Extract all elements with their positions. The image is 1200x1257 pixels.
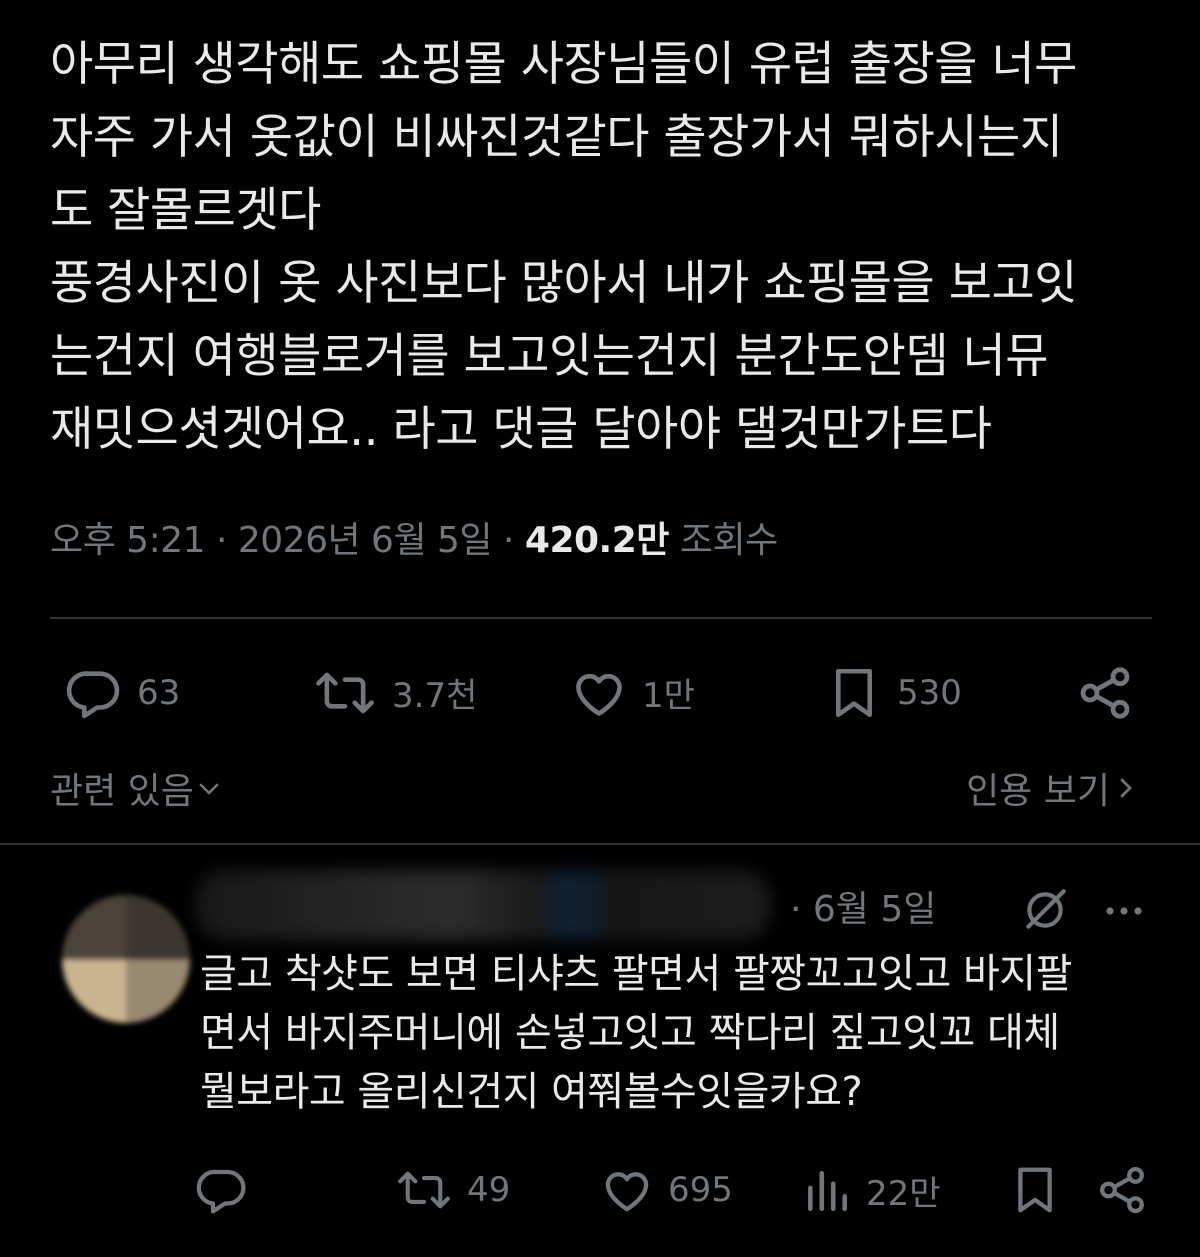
heart-icon	[576, 673, 622, 716]
bookmark-icon	[1018, 1167, 1052, 1213]
reply-reply-button[interactable]	[195, 1155, 249, 1225]
reply-count: 63	[137, 672, 181, 713]
share-icon	[1080, 666, 1130, 719]
reply-views-button[interactable]: 22만	[802, 1155, 941, 1225]
reply-text-line: 글고 착샷도 보면 티샤츠 팔면서 팔짱꼬고잇고 바지팔	[200, 951, 1072, 997]
meta-separator: ·	[205, 520, 238, 561]
reply-text-line: 뭘보라고 올리신건지 여쭤볼수잇을카요?	[200, 1069, 863, 1115]
bookmark-button[interactable]: 530	[825, 655, 962, 730]
reply-icon	[196, 1169, 246, 1214]
more-icon[interactable]	[1100, 887, 1148, 935]
retweet-button[interactable]: 3.7천	[312, 655, 477, 730]
share-icon	[1100, 1166, 1144, 1214]
tweet-text-line: 재밋으셧겟어요.. 라고 댓글 달아야 댈것만가트다	[50, 402, 992, 457]
meta-separator: ·	[492, 520, 525, 561]
analytics-icon	[808, 1171, 847, 1212]
tweet-text: 아무리 생각해도 쇼핑몰 사장님들이 유럽 출장을 너무 자주 가서 옷값이 비…	[50, 28, 1160, 466]
tweet-meta: 오후 5:21 · 2026년 6월 5일 · 420.2만 조회수	[50, 515, 778, 567]
retweet-icon	[398, 1171, 450, 1209]
reply-icon	[66, 670, 120, 718]
reply-button[interactable]: 63	[65, 655, 180, 730]
grok-icon[interactable]	[1020, 885, 1070, 935]
related-filter-button[interactable]: 관련 있음	[50, 760, 224, 816]
tweet-text-line: 풍경사진이 옷 사진보다 많아서 내가 쇼핑몰을 보고잇	[50, 256, 1077, 311]
reply-like-button[interactable]: 695	[600, 1155, 733, 1225]
reply-tweet[interactable]: · 6월 5일 글고 착샷도 보면 티샤츠 팔면서 팔짱꼬고잇고 바지팔 면서 …	[0, 845, 1200, 1257]
reply-like-count: 695	[668, 1170, 733, 1210]
related-row: 관련 있음 인용 보기	[50, 760, 1150, 816]
blurred-username[interactable]	[195, 870, 770, 940]
reply-action-bar: 49 695 22만	[190, 1155, 1150, 1225]
divider	[50, 617, 1152, 619]
reply-date[interactable]: · 6월 5일	[790, 885, 936, 935]
retweet-icon	[316, 672, 374, 713]
reply-text: 글고 착샷도 보면 티샤츠 팔면서 팔짱꼬고잇고 바지팔 면서 바지주머니에 손…	[200, 945, 1160, 1122]
reply-retweet-count: 49	[467, 1170, 511, 1210]
related-label: 관련 있음	[50, 771, 194, 812]
tweet-date[interactable]: 2026년 6월 5일	[238, 520, 493, 561]
like-count: 1만	[642, 676, 695, 716]
bookmark-count: 530	[897, 672, 962, 713]
chevron-down-icon	[199, 783, 219, 795]
tweet-text-line: 자주 가서 옷값이 비싸진것같다 출장가서 뭐하시는지	[50, 110, 1063, 165]
tweet-action-bar: 63 3.7천 1만 530	[50, 655, 1150, 730]
reply-share-button[interactable]	[1095, 1155, 1149, 1225]
view-quotes-label: 인용 보기	[966, 771, 1110, 812]
share-button[interactable]	[1075, 655, 1135, 730]
tweet-text-line: 는건지 여행블로거를 보고잇는건지 분간도안뎀 너뮤	[50, 329, 1049, 384]
bookmark-icon	[835, 668, 873, 717]
reply-retweet-button[interactable]: 49	[395, 1155, 510, 1225]
views-count: 420.2만	[524, 520, 670, 561]
heart-icon	[605, 1172, 649, 1212]
reply-bookmark-button[interactable]	[1008, 1155, 1062, 1225]
reply-views-count: 22만	[866, 1173, 941, 1214]
tweet-time[interactable]: 오후 5:21	[50, 520, 206, 561]
avatar[interactable]	[62, 895, 190, 1023]
tweet-text-line: 아무리 생각해도 쇼핑몰 사장님들이 유럽 출장을 너무	[50, 37, 1077, 92]
like-button[interactable]: 1만	[570, 655, 695, 730]
reply-text-line: 면서 바지주머니에 손넣고잇고 짝다리 짚고잇꼬 대체	[200, 1010, 1060, 1056]
retweet-count: 3.7천	[392, 676, 478, 716]
view-quotes-link[interactable]: 인용 보기	[966, 760, 1140, 816]
tweet-text-line: 도 잘몰르겟다	[50, 183, 321, 238]
chevron-right-icon	[1120, 778, 1132, 798]
views-label: 조회수	[679, 520, 778, 561]
